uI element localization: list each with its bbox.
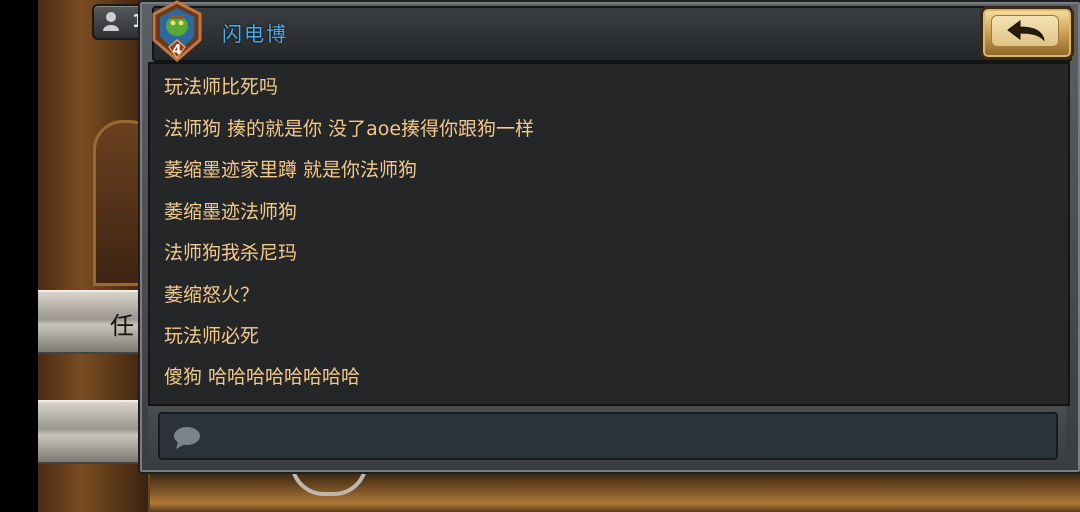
chat-header xyxy=(152,6,1072,62)
person-icon xyxy=(103,12,119,31)
chat-message: 玩法师比死吗 xyxy=(164,76,279,98)
chat-input-area xyxy=(148,404,1066,466)
left-letterbox xyxy=(0,0,38,512)
chat-message: 萎缩怒火？ xyxy=(164,284,260,306)
stone-bar-lower[interactable] xyxy=(38,400,148,464)
chat-bubble-icon xyxy=(174,427,200,449)
chat-message: 玩法师必死 xyxy=(164,325,260,347)
quest-label: 任 xyxy=(110,312,134,340)
chat-message: 萎缩墨迹家里蹲 就是你法师狗 xyxy=(164,159,418,181)
chat-message: 法师狗 揍的就是你 没了aoe揍得你跟狗一样 xyxy=(164,118,535,140)
chat-message: 傻狗 哈哈哈哈哈哈哈哈 xyxy=(164,366,361,388)
player-name: 闪电博 xyxy=(222,22,288,46)
player-avatar: 4 xyxy=(152,0,202,62)
back-arrow-icon xyxy=(1007,20,1045,42)
quest-stone-bar[interactable]: 任 xyxy=(38,290,148,354)
back-button-face xyxy=(991,15,1059,47)
chat-input[interactable] xyxy=(158,412,1058,460)
chat-message: 萎缩墨迹法师狗 xyxy=(164,201,298,223)
bottom-ornament xyxy=(150,462,1080,512)
chat-message: 法师狗我杀尼玛 xyxy=(164,242,298,264)
player-rank: 4 xyxy=(172,43,181,58)
back-button[interactable] xyxy=(980,6,1074,60)
message-list[interactable]: 玩法师比死吗 法师狗 揍的就是你 没了aoe揍得你跟狗一样 萎缩墨迹家里蹲 就是… xyxy=(148,62,1070,406)
